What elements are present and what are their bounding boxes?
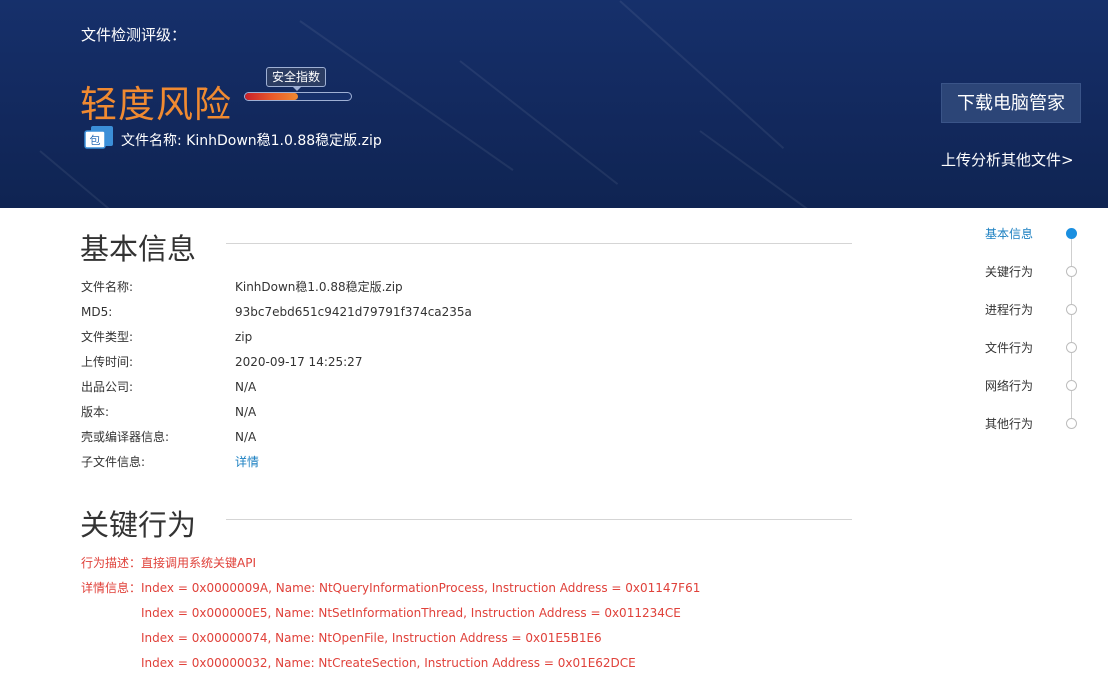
info-key: 文件类型: <box>81 330 134 344</box>
side-nav-file-behavior[interactable]: 文件行为 <box>985 340 1080 356</box>
info-key: MD5: <box>81 305 113 319</box>
info-key: 文件名称: <box>81 280 134 294</box>
info-key: 子文件信息: <box>81 455 146 469</box>
section-divider <box>226 519 852 520</box>
svg-text:包: 包 <box>90 134 101 147</box>
behavior-detail-line: Index = 0x000000E5, Name: NtSetInformati… <box>141 606 681 620</box>
side-nav-label: 关键行为 <box>985 265 1034 279</box>
grade-label: 文件检测评级： <box>81 26 187 44</box>
side-nav-key-behavior[interactable]: 关键行为 <box>985 264 1080 280</box>
behavior-detail-line: Index = 0x00000074, Name: NtOpenFile, In… <box>141 631 602 645</box>
side-nav-label: 网络行为 <box>985 379 1034 393</box>
side-nav-basic-info[interactable]: 基本信息 <box>985 226 1080 242</box>
side-nav-label: 基本信息 <box>985 227 1034 241</box>
side-nav-other-behavior[interactable]: 其他行为 <box>985 416 1080 432</box>
info-value: N/A <box>235 405 257 419</box>
side-nav-dot <box>1066 304 1077 315</box>
info-key: 出品公司: <box>81 380 134 394</box>
safety-index-fill <box>245 93 298 100</box>
info-value: 2020-09-17 14:25:27 <box>235 355 363 369</box>
side-nav-dot <box>1066 342 1077 353</box>
safety-index-tag: 安全指数 <box>266 67 327 91</box>
details-label: 详情信息： <box>81 581 142 595</box>
subfile-details-link[interactable]: 详情 <box>235 454 259 470</box>
side-nav-label: 其他行为 <box>985 417 1034 431</box>
side-nav-track <box>1071 233 1072 423</box>
basic-info-title: 基本信息 <box>80 232 197 266</box>
behavior-detail-line: Index = 0x0000009A, Name: NtQueryInforma… <box>141 581 701 595</box>
info-key: 版本: <box>81 405 110 419</box>
side-nav-dot <box>1066 266 1077 277</box>
info-value: N/A <box>235 380 257 394</box>
side-nav-label: 进程行为 <box>985 303 1034 317</box>
section-divider <box>226 243 852 244</box>
download-pc-manager-button[interactable]: 下载电脑管家 <box>941 83 1081 123</box>
side-nav-label: 文件行为 <box>985 341 1034 355</box>
info-key: 壳或编译器信息: <box>81 430 170 444</box>
report-header: 文件检测评级： 轻度风险 安全指数 包 文件名称: KinhDown稳1.0.8… <box>0 0 1108 208</box>
info-value: N/A <box>235 430 257 444</box>
info-value: KinhDown稳1.0.88稳定版.zip <box>235 280 403 294</box>
safety-index-bar <box>244 92 352 101</box>
risk-level: 轻度风险 <box>80 83 232 126</box>
package-file-icon: 包 <box>83 126 115 150</box>
info-value: 93bc7ebd651c9421d79791f374ca235a <box>235 305 472 319</box>
side-nav-network-behavior[interactable]: 网络行为 <box>985 378 1080 394</box>
side-nav-dot <box>1066 418 1077 429</box>
side-nav-process-behavior[interactable]: 进程行为 <box>985 302 1080 318</box>
key-behavior-title: 关键行为 <box>80 508 197 542</box>
info-key: 上传时间: <box>81 355 134 369</box>
upload-other-file-link[interactable]: 上传分析其他文件> <box>941 149 1074 170</box>
file-name-line: 文件名称: KinhDown稳1.0.88稳定版.zip <box>121 133 382 149</box>
side-nav-dot <box>1066 380 1077 391</box>
side-nav-dot <box>1066 228 1077 239</box>
behavior-description: 行为描述：直接调用系统关键API <box>81 556 256 570</box>
info-value: zip <box>235 330 253 344</box>
behavior-detail-line: Index = 0x00000032, Name: NtCreateSectio… <box>141 656 636 670</box>
